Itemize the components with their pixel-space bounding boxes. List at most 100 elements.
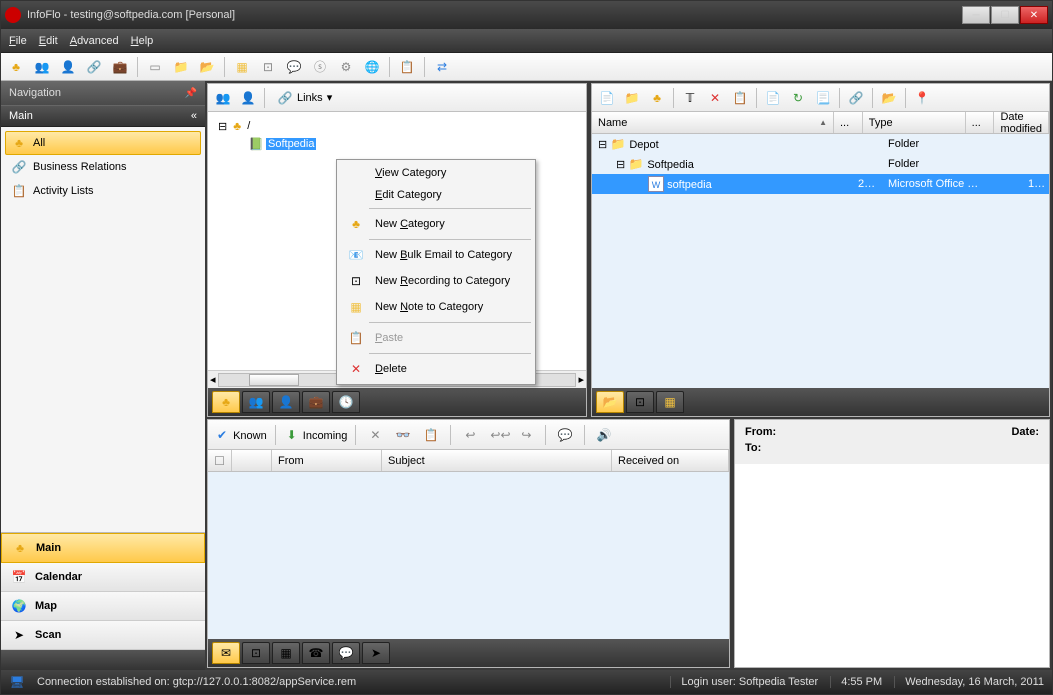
people-icon[interactable]: 👥	[31, 56, 53, 78]
col-name[interactable]: Name▲	[592, 112, 834, 133]
links-dropdown[interactable]: 🔗 Links ▾	[270, 87, 339, 109]
tape-icon[interactable]: ⊡	[257, 56, 279, 78]
person-add-icon[interactable]: 👤	[237, 87, 259, 109]
files-body[interactable]: ⊟ 📁 Depot Folder ⊟ 📁 Softpedia Folder W …	[592, 134, 1049, 388]
file-row[interactable]: ⊟ 📁 Softpedia Folder	[592, 154, 1049, 174]
paste-icon[interactable]: 📋	[420, 424, 442, 446]
pin-icon[interactable]: 📌	[185, 88, 197, 99]
tab-more[interactable]: ➤	[362, 642, 390, 664]
main-header[interactable]: Main «	[1, 105, 205, 127]
collapse-icon[interactable]: «	[191, 110, 197, 122]
globe-icon[interactable]: 🌐	[361, 56, 383, 78]
menu-recording[interactable]: ⊡New Recording to Category	[339, 268, 533, 294]
open-folder-icon[interactable]: 📂	[878, 87, 900, 109]
person-icon[interactable]: 👤	[57, 56, 79, 78]
tab-tape[interactable]: ⊡	[242, 642, 270, 664]
delete-icon[interactable]: ✕	[704, 87, 726, 109]
col-dots2[interactable]: ...	[966, 112, 995, 133]
scroll-left-icon[interactable]: ◂	[210, 373, 216, 386]
col-dots[interactable]: ...	[834, 112, 863, 133]
known-button[interactable]: ✔ Known	[214, 427, 267, 443]
clipboard-icon[interactable]: 📋	[396, 56, 418, 78]
scroll-right-icon[interactable]: ▸	[578, 373, 584, 386]
org-icon[interactable]: ♣	[5, 56, 27, 78]
nav-item-business[interactable]: 🔗 Business Relations	[5, 155, 201, 179]
expand-icon[interactable]: ⊟	[598, 139, 607, 151]
nav-button-scan[interactable]: ➤ Scan	[1, 621, 205, 650]
nav-item-activity[interactable]: 📋 Activity Lists	[5, 179, 201, 203]
tab-note[interactable]: ▦	[656, 391, 684, 413]
menu-edit-category[interactable]: Edit Category	[339, 184, 533, 206]
tab-briefcase[interactable]: 💼	[302, 391, 330, 413]
scroll-thumb[interactable]	[249, 374, 299, 386]
col-check[interactable]: ☐	[208, 450, 232, 471]
tab-org[interactable]: ♣	[212, 391, 240, 413]
replyall-icon[interactable]: ↩↩	[487, 424, 509, 446]
menu-help[interactable]: Help	[131, 35, 154, 47]
col-blank[interactable]	[232, 450, 272, 471]
skype-icon[interactable]: ⓢ	[309, 56, 331, 78]
menu-delete[interactable]: ✕Delete	[339, 356, 533, 382]
tab-chat[interactable]: 💬	[332, 642, 360, 664]
menu-note[interactable]: ▦New Note to Category	[339, 294, 533, 320]
bubble-icon[interactable]: 💬	[283, 56, 305, 78]
menu-advanced[interactable]: Advanced	[70, 35, 119, 47]
folder-icon[interactable]: 📁	[170, 56, 192, 78]
tab-folder[interactable]: 📂	[596, 391, 624, 413]
expand-icon[interactable]: ⊟	[218, 120, 227, 133]
copy-icon[interactable]: 📋	[729, 87, 751, 109]
expand-icon[interactable]: ⊟	[616, 159, 625, 171]
link-icon[interactable]: 🔗	[83, 56, 105, 78]
col-subject[interactable]: Subject	[382, 450, 612, 471]
forward-icon[interactable]: ↪	[515, 424, 537, 446]
sound-icon[interactable]: 🔊	[593, 424, 615, 446]
people-icon[interactable]: 👥	[212, 87, 234, 109]
tab-person[interactable]: 👤	[272, 391, 300, 413]
text-icon[interactable]: 𝕋	[679, 87, 701, 109]
menu-view-category[interactable]: View Category	[339, 162, 533, 184]
delete-icon[interactable]: ✕	[364, 424, 386, 446]
maximize-button[interactable]: ☐	[991, 6, 1019, 24]
chat-icon[interactable]: 💬	[554, 424, 576, 446]
nav-button-calendar[interactable]: 📅 Calendar	[1, 563, 205, 592]
mail-body[interactable]	[208, 472, 729, 639]
col-from[interactable]: From	[272, 450, 382, 471]
nav-item-all[interactable]: ♣ All	[5, 131, 201, 155]
folder-icon[interactable]: 📁	[621, 87, 643, 109]
new-icon[interactable]: 📄	[596, 87, 618, 109]
menu-new-category[interactable]: ♣New Category	[339, 211, 533, 237]
col-date[interactable]: Date modified	[994, 112, 1049, 133]
tab-phone[interactable]: ☎	[302, 642, 330, 664]
tree-root[interactable]: ⊟ ♣ /	[218, 118, 580, 134]
tab-clock[interactable]: 🕓	[332, 391, 360, 413]
reply-icon[interactable]: ↩	[459, 424, 481, 446]
pin-icon[interactable]: 📍	[911, 87, 933, 109]
add-folder-icon[interactable]: 📂	[196, 56, 218, 78]
titlebar[interactable]: InfoFlo - testing@softpedia.com [Persona…	[1, 1, 1052, 29]
doc-icon[interactable]: 📄	[762, 87, 784, 109]
share-icon[interactable]: 🔗	[845, 87, 867, 109]
tree-node[interactable]: 📗 Softpedia	[248, 136, 580, 152]
nav-button-main[interactable]: ♣ Main	[1, 533, 205, 563]
col-received[interactable]: Received on	[612, 450, 729, 471]
gear-icon[interactable]: ⚙	[335, 56, 357, 78]
nav-button-map[interactable]: 🌍 Map	[1, 592, 205, 621]
file-row-selected[interactable]: W softpedia 2… Microsoft Office … 16-Mar…	[592, 174, 1049, 194]
briefcase-icon[interactable]: 💼	[109, 56, 131, 78]
glasses-icon[interactable]: 👓	[392, 424, 414, 446]
tab-tape[interactable]: ⊡	[626, 391, 654, 413]
file-row[interactable]: ⊟ 📁 Depot Folder	[592, 134, 1049, 154]
refresh-icon[interactable]: ↻	[787, 87, 809, 109]
card-icon[interactable]: ▭	[144, 56, 166, 78]
tab-calendar[interactable]: ▦	[272, 642, 300, 664]
tab-people[interactable]: 👥	[242, 391, 270, 413]
menu-bulk-email[interactable]: 📧New Bulk Email to Category	[339, 242, 533, 268]
note-icon[interactable]: ▦	[231, 56, 253, 78]
col-type[interactable]: Type	[863, 112, 966, 133]
incoming-button[interactable]: ⬇ Incoming	[284, 427, 348, 443]
minimize-button[interactable]: ─	[962, 6, 990, 24]
org-icon[interactable]: ♣	[646, 87, 668, 109]
menu-edit[interactable]: Edit	[39, 35, 58, 47]
menu-file[interactable]: File	[9, 35, 27, 47]
tab-mail[interactable]: ✉	[212, 642, 240, 664]
